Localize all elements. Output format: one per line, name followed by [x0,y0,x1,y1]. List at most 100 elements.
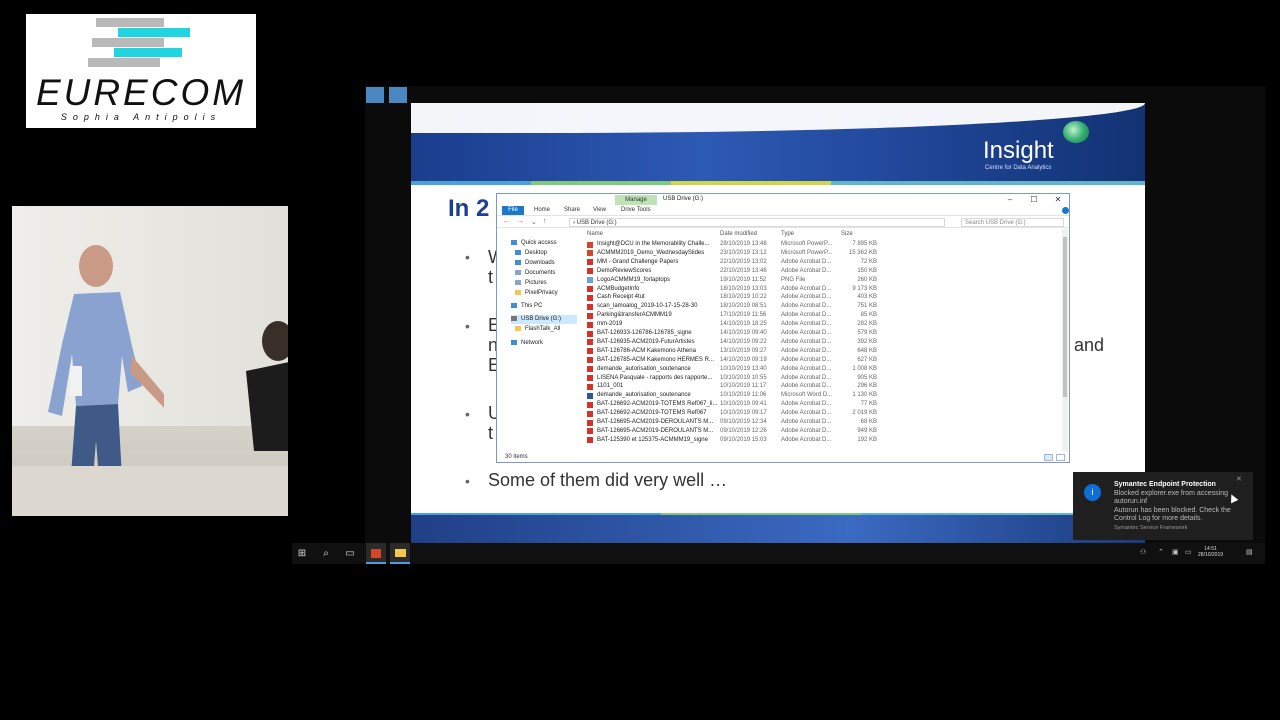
explorer-titlebar[interactable]: Manage USB Drive (G:) – ☐ ✕ [497,194,1069,205]
nav-pixelprivacy[interactable]: PixelPrivacy [515,289,558,298]
pdf-file-icon [587,348,593,355]
file-size: 949 KB [857,427,877,434]
minimize-button[interactable]: – [1005,195,1015,204]
file-row[interactable]: demande_autorisation_soutenance 10/10/201… [585,365,1061,374]
scrollbar-thumb[interactable] [1063,237,1067,397]
nav-flashtalk[interactable]: FlashTalk_All [515,325,560,334]
file-row[interactable]: BAT-126692-ACM2019-TOTEMS Ref067 10/10/20… [585,409,1061,418]
taskbar-file-explorer[interactable] [390,543,410,564]
file-row[interactable]: BAT-126786-ACM Kakemono Athena 13/10/2019… [585,347,1061,356]
usb-tray-icon[interactable]: ▣ [1172,548,1179,556]
window-tile-icon [366,87,384,103]
up-icon[interactable]: ↑ [543,218,547,225]
nav-quick-access[interactable]: Quick access [511,239,557,248]
tab-drive-tools[interactable]: Drive Tools [621,207,651,213]
column-header-type[interactable]: Type [781,231,794,239]
file-row[interactable]: LogoACMMM19_forlaptops 19/10/2019 11:52 PN… [585,276,1061,285]
usb-drive-icon [511,315,517,321]
file-row[interactable]: Cash Receipt 4tut 18/10/2019 10:22 Adobe A… [585,293,1061,302]
ppt-file-icon [587,250,593,257]
search-input[interactable]: Search USB Drive (G:) [961,218,1064,227]
file-row[interactable]: BAT-126695-ACM2019-DEROULANTS M... 09/10/… [585,427,1061,436]
assistant-figure [246,321,288,451]
task-view-icon[interactable]: ▭ [340,543,360,564]
taskbar-clock[interactable]: 14:51 28/10/2019 [1198,546,1223,558]
logo-wordmark: EURECOM [35,72,247,113]
search-icon[interactable]: ⌕ [316,543,336,564]
address-bar[interactable]: › USB Drive (G:) [569,218,945,227]
file-row[interactable]: scan_lamoalog_2019-10-17-15-28-30 18/10/2… [585,302,1061,311]
file-size: 77 KB [860,401,877,408]
tab-share[interactable]: Share [564,207,580,213]
network-tray-icon[interactable]: ▭ [1185,548,1192,556]
file-row[interactable]: BAT-126695-ACM2019-DEROULANTS M... 09/10/… [585,418,1061,427]
file-type: Adobe Acrobat D... [781,258,832,265]
tab-file[interactable]: File [502,206,524,215]
file-date: 10/10/2019 10:55 [720,374,767,381]
bullet-dot: • [465,406,470,422]
file-date: 17/10/2019 11:56 [720,312,767,319]
action-center-icon[interactable]: ▤ [1246,548,1253,556]
file-date: 14/10/2019 18:25 [720,321,767,328]
maximize-button[interactable]: ☐ [1029,195,1039,204]
file-row[interactable]: LISENA Pasquale - rapports des rapporte.… [585,374,1061,383]
file-type: Adobe Acrobat D... [781,374,832,381]
file-row[interactable]: BAT-126935-ACM2019-FuturArtistes 14/10/20… [585,338,1061,347]
file-row[interactable]: MM - Grand Challenge Papers 22/10/2019 13… [585,258,1061,267]
back-icon[interactable]: ← [503,218,510,225]
nav-this-pc[interactable]: This PC [511,302,542,311]
column-header-date[interactable]: Date modified [720,231,757,239]
help-icon[interactable] [1062,207,1069,214]
large-icons-view-button[interactable] [1056,454,1065,461]
nav-desktop[interactable]: Desktop [515,249,547,258]
file-type: Adobe Acrobat D... [781,294,832,301]
file-size: 627 KB [857,356,877,363]
file-row[interactable]: BAT-126785-ACM Kakemono HERMES R... 14/10… [585,356,1061,365]
close-button[interactable]: ✕ [1053,195,1063,204]
pdf-file-icon [587,312,593,319]
nav-pictures[interactable]: Pictures [515,279,547,288]
file-row[interactable]: DemoReviewScores 22/10/2019 13:46 Adobe Ac… [585,267,1061,276]
file-row[interactable]: BAT-126692-ACM2019-TOTEMS Ref067_li... 10… [585,400,1061,409]
people-icon[interactable]: ⚇ [1140,548,1146,556]
nav-downloads[interactable]: Downloads [515,259,555,268]
start-button[interactable]: ⊞ [292,543,312,564]
tab-view[interactable]: View [593,207,606,213]
file-row[interactable]: BAT-126933-126786-126785_signe 14/10/2019… [585,329,1061,338]
file-row[interactable]: Parking&transferACMMM19 17/10/2019 11:56 A… [585,311,1061,320]
manage-tab[interactable]: Manage [615,195,657,205]
details-view-button[interactable] [1044,454,1053,461]
column-header-name[interactable]: Name [587,231,603,239]
file-row[interactable]: ACMBudgetInfo 18/10/2019 13:03 Adobe Acrob… [585,285,1061,294]
file-name: mm-2019 [597,321,623,328]
documents-icon [515,269,521,275]
forward-icon[interactable]: → [517,218,524,225]
column-header-size[interactable]: Size [841,231,853,239]
file-row[interactable]: demande_autorisation_soutenance 10/10/201… [585,391,1061,400]
bullet-last: Some of them did very well … [488,470,728,490]
taskbar-powerpoint[interactable] [366,543,386,564]
recent-icon[interactable]: ⌄ [531,218,537,226]
bullet-text: t [488,423,494,443]
show-hidden-icons[interactable]: ⌃ [1158,548,1164,556]
file-explorer-window[interactable]: Manage USB Drive (G:) – ☐ ✕ File Home Sh… [496,193,1070,463]
file-date: 09/10/2019 12:34 [720,419,767,425]
file-row[interactable]: BAT-125390 et 125375-ACMMM19_signe 09/10/… [585,436,1061,445]
file-name: MM - Grand Challenge Papers [597,258,679,265]
notification-toast[interactable]: i Symantec Endpoint Protection Blocked e… [1073,472,1253,540]
file-name: scan_lamoalog_2019-10-17-15-28-30 [597,303,698,310]
toast-title: Symantec Endpoint Protection [1114,481,1216,488]
tab-home[interactable]: Home [534,207,550,213]
close-icon[interactable]: ✕ [1236,475,1242,483]
nav-documents[interactable]: Documents [515,269,555,278]
file-size: 1 130 KB [852,392,877,399]
file-row[interactable]: Insight@DCU in the Memorability Challe..… [585,240,1061,249]
nav-usb-drive[interactable]: USB Drive (G:) [511,315,577,324]
file-row[interactable]: 1101_001 10/10/2019 11:17 Adobe Acrobat D.… [585,382,1061,391]
file-row[interactable]: ACMMM2019_Demo_WednesdaySlides 23/10/2019… [585,249,1061,258]
network-icon [511,339,517,345]
vertical-scrollbar[interactable] [1062,229,1068,451]
file-date: 19/10/2019 11:52 [720,276,767,283]
file-row[interactable]: mm-2019 14/10/2019 18:25 Adobe Acrobat D..… [585,320,1061,329]
nav-network[interactable]: Network [511,339,543,348]
